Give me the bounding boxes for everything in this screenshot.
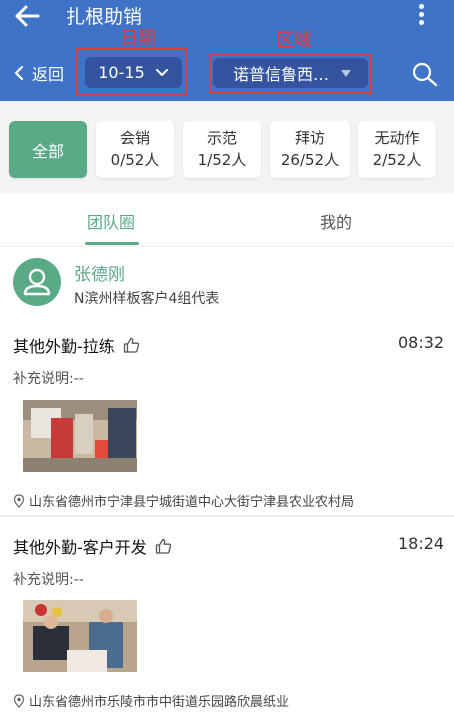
post-location: 山东省德州市宁津县宁城街道中心大街宁津县农业农村局	[13, 491, 354, 510]
tab-bar: 团队圈 我的	[0, 193, 454, 247]
filter-chip-no-action[interactable]: 无动作 2/52人	[358, 121, 436, 178]
back-link[interactable]: 返回	[14, 62, 64, 84]
area-annotation-label: 区域	[276, 30, 312, 51]
thumbs-up-icon[interactable]	[123, 337, 140, 353]
post-photo[interactable]	[23, 600, 137, 672]
post-title: 其他外勤-拉练	[13, 337, 115, 356]
filter-chip-label: 无动作	[374, 129, 420, 147]
filter-chip-visit[interactable]: 拜访 26/52人	[270, 121, 350, 178]
chevron-left-icon	[14, 65, 24, 81]
filter-chip-count: 26/52人	[280, 151, 340, 169]
back-arrow-icon[interactable]	[14, 4, 40, 28]
top-bar: 扎根助销 返回 10-15 诺普信鲁西… 日期 区域	[0, 0, 454, 101]
filter-chip-meeting[interactable]: 会销 0/52人	[96, 121, 174, 178]
date-annotation-label: 日期	[120, 28, 156, 49]
tab-mine[interactable]: 我的	[320, 209, 352, 233]
post-time: 18:24	[398, 534, 445, 553]
user-header: 张德刚 N滨州样板客户4组代表	[0, 248, 454, 316]
filter-chip-count: 2/52人	[372, 151, 422, 169]
search-icon[interactable]	[411, 61, 439, 87]
post-card: 其他外勤-客户开发 18:24 补充说明:-- 山东省德州市乐陵市市中街道乐园路…	[0, 517, 454, 715]
filter-chip-label: 示范	[206, 129, 237, 147]
location-pin-icon	[13, 493, 25, 508]
avatar[interactable]	[13, 258, 61, 306]
more-menu-icon[interactable]	[415, 2, 427, 30]
filter-chip-label: 拜访	[294, 129, 325, 147]
post-title-row: 其他外勤-拉练	[13, 333, 140, 357]
date-annotation-box	[76, 48, 187, 96]
filter-chip-all[interactable]: 全部	[9, 121, 87, 178]
filter-chip-label: 会销	[119, 129, 150, 147]
post-title-row: 其他外勤-客户开发	[13, 534, 172, 558]
post-title: 其他外勤-客户开发	[13, 538, 147, 557]
thumbs-up-icon[interactable]	[155, 538, 172, 554]
active-tab-indicator	[85, 242, 139, 245]
post-location-text: 山东省德州市乐陵市市中街道乐园路欣晨纸业	[29, 695, 290, 710]
tab-team-circle[interactable]: 团队圈	[87, 209, 135, 233]
photo-thumbnail	[23, 600, 137, 672]
filter-chip-demo[interactable]: 示范 1/52人	[183, 121, 261, 178]
location-pin-icon	[13, 693, 25, 708]
user-group: N滨州样板客户4组代表	[74, 291, 220, 307]
filter-chip-label: 全部	[31, 141, 64, 161]
page-title: 扎根助销	[66, 6, 143, 28]
post-note: 补充说明:--	[13, 371, 84, 387]
post-note: 补充说明:--	[13, 572, 84, 588]
user-icon	[23, 268, 51, 296]
user-name[interactable]: 张德刚	[74, 260, 125, 285]
post-card: 其他外勤-拉练 08:32 补充说明:-- 山东省德州市宁津县宁城街道中心大街宁…	[0, 316, 454, 516]
post-location: 山东省德州市乐陵市市中街道乐园路欣晨纸业	[13, 691, 289, 710]
post-location-text: 山东省德州市宁津县宁城街道中心大街宁津县农业农村局	[29, 495, 355, 510]
back-label: 返回	[32, 65, 65, 84]
post-time: 08:32	[398, 333, 445, 352]
area-annotation-box	[209, 54, 372, 94]
post-photo[interactable]	[23, 400, 137, 472]
filter-chip-count: 1/52人	[197, 151, 247, 169]
photo-thumbnail	[23, 400, 137, 472]
filter-row: 全部 会销 0/52人 示范 1/52人 拜访 26/52人 无动作 2/52人	[0, 101, 454, 193]
filter-chip-count: 0/52人	[110, 151, 160, 169]
